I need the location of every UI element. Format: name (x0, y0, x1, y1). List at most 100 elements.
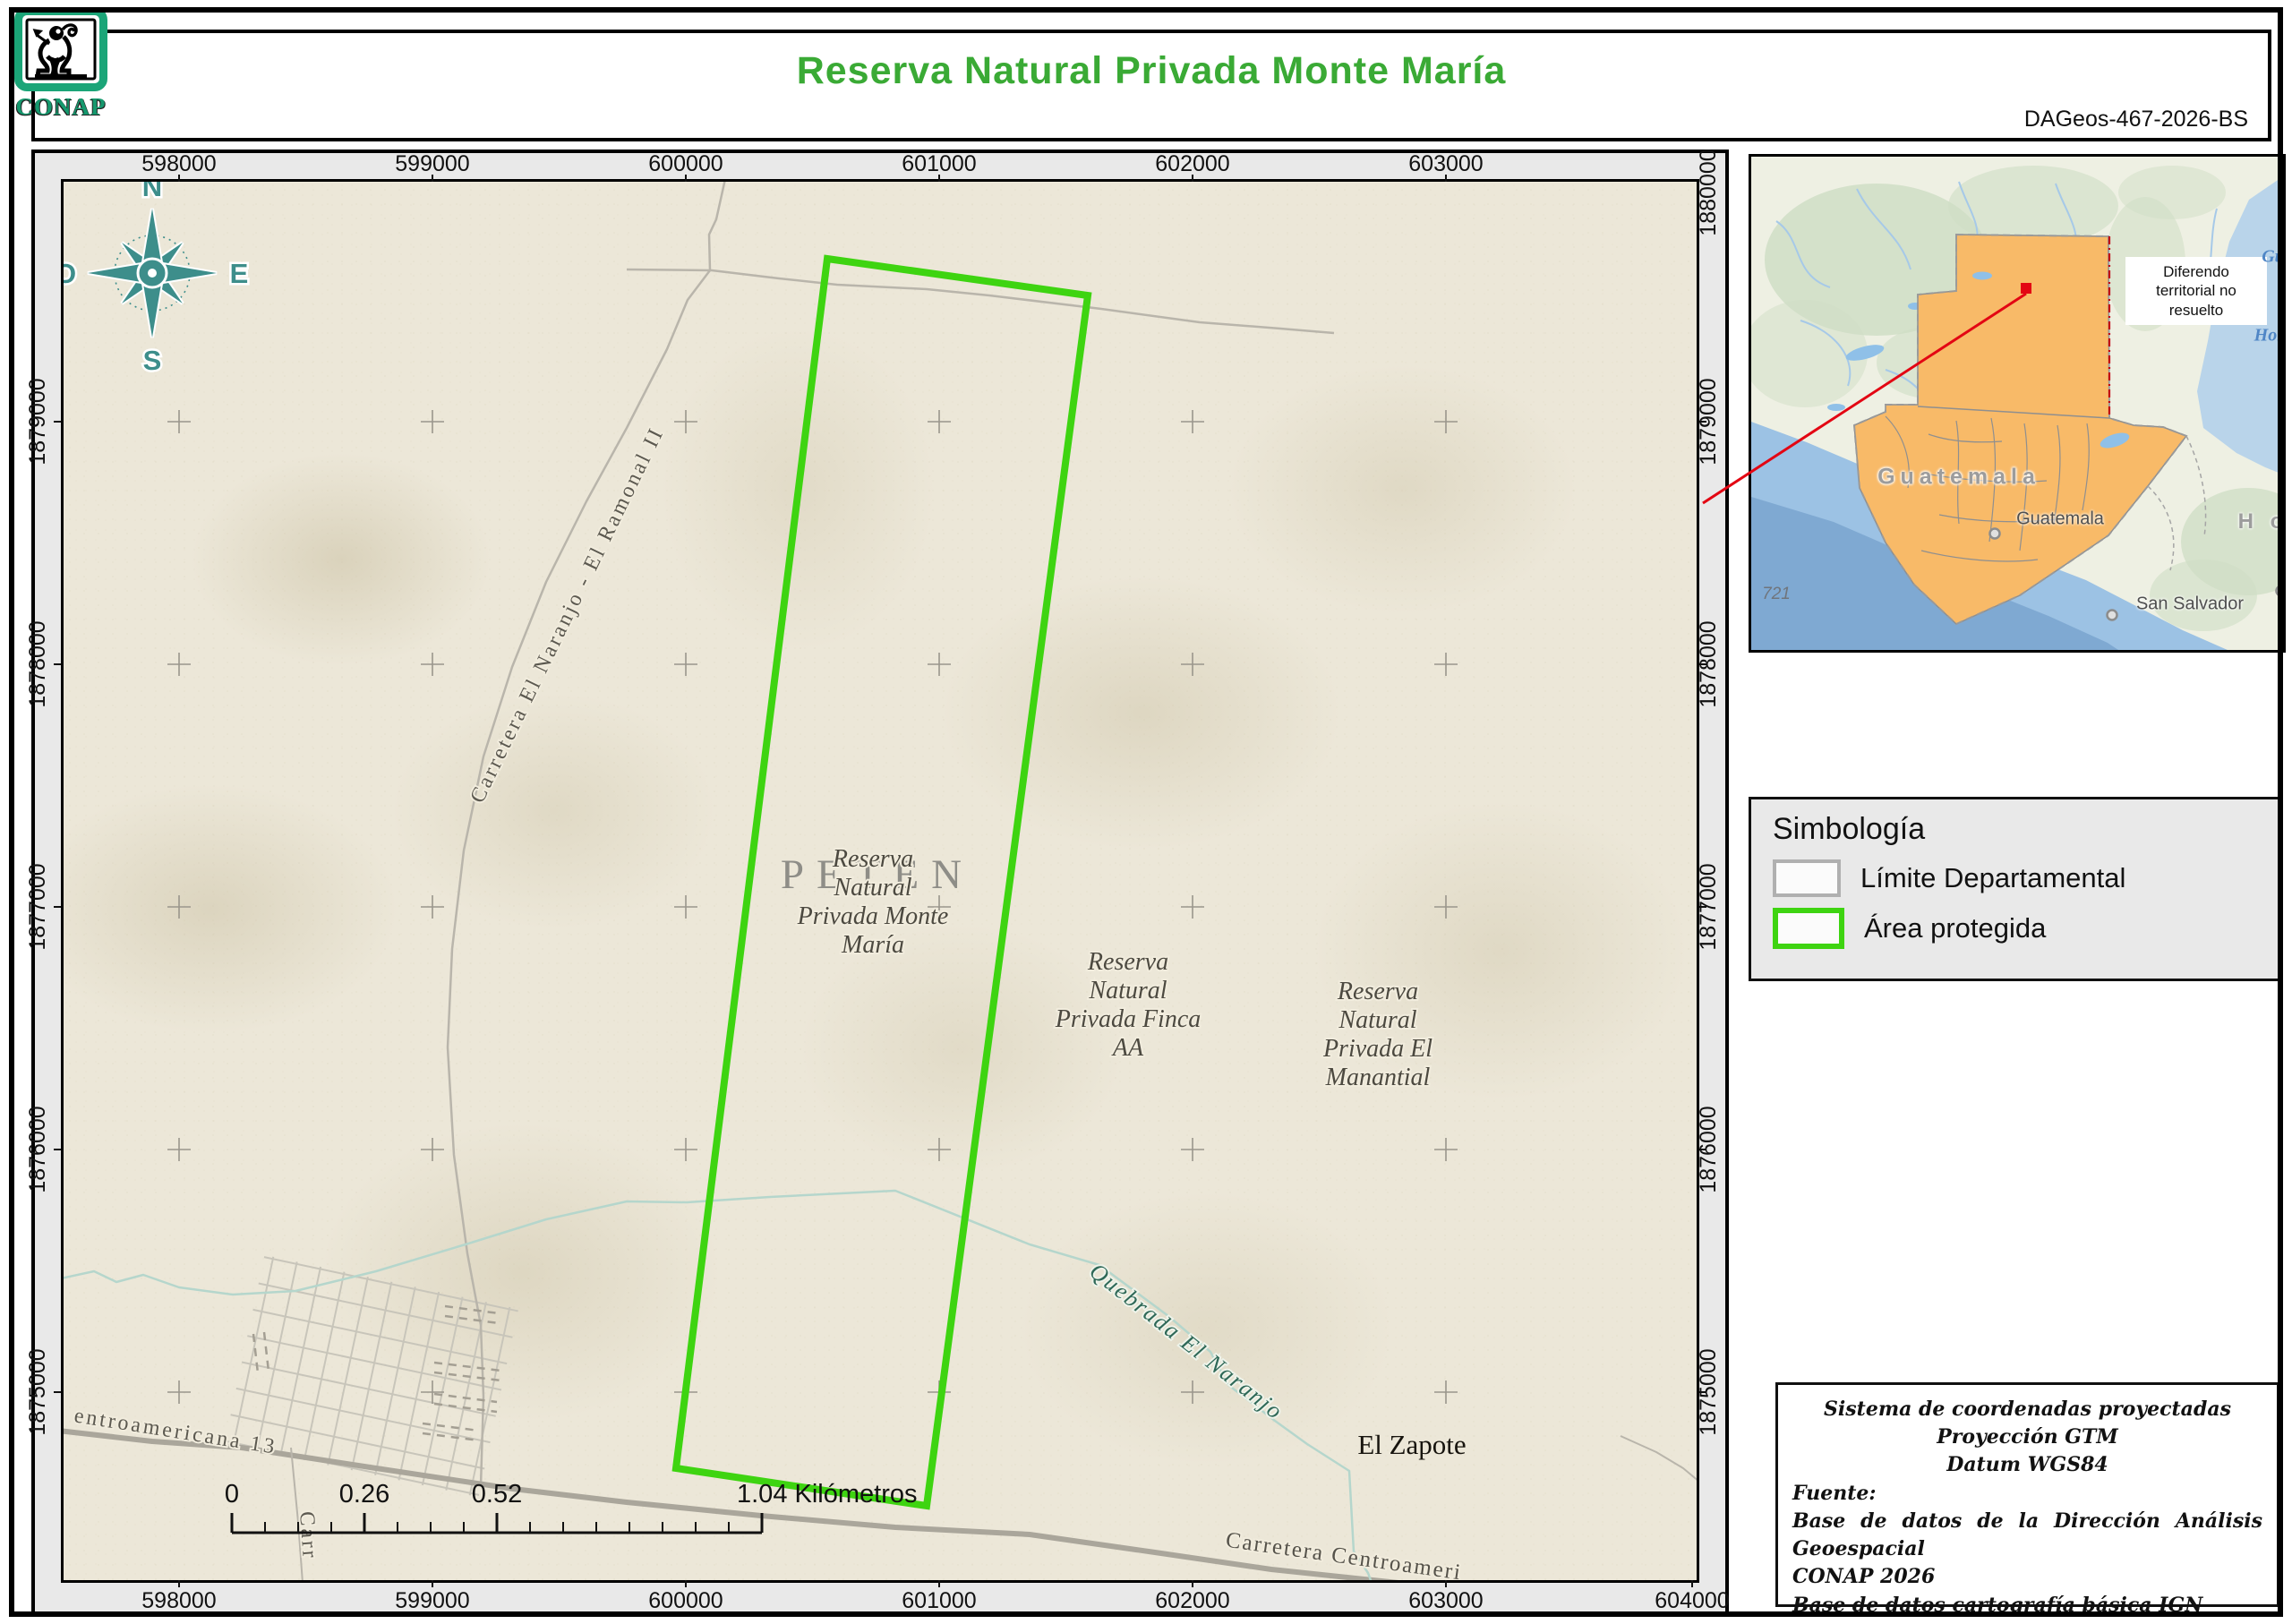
scale-bar-label: 0.26 (339, 1480, 389, 1509)
page-title: Reserva Natural Privada Monte María (796, 49, 1507, 92)
map-sheet: Reserva Natural Privada Monte María DAGe… (0, 0, 2292, 1624)
grid-cross (928, 410, 951, 433)
header: Reserva Natural Privada Monte María DAGe… (31, 30, 2271, 141)
grid-cross (674, 895, 697, 919)
road-carretera-el-naranjo (446, 182, 726, 1487)
main-map: PETEN Reserva Natural Privada Monte María Res… (61, 179, 1699, 1583)
legend-item-protected-area: Área protegida (1773, 908, 2256, 949)
scale-bar-label: 0 (225, 1480, 239, 1509)
info-line-4: Base de datos de la Dirección Análisis G… (1792, 1509, 2262, 1561)
territorial-dispute-note: Diferendo territorial no resuelto (2125, 257, 2267, 325)
track-dash (262, 1331, 270, 1372)
inset-label-country-guatemala: Guatemala (1877, 464, 2040, 490)
scale-bar-label: 0.52 (472, 1480, 522, 1509)
inset-city-dot (2275, 585, 2283, 597)
compass-rose-icon: N E S O (61, 179, 251, 379)
inset-city-dot (1988, 527, 2001, 540)
map-label-reserva-monte-maria: Privada Monte (797, 902, 949, 930)
map-label-reserva-el-manantial: Reserva (1337, 978, 1418, 1005)
grid-cross (1434, 410, 1458, 433)
inset-vegetation (2118, 166, 2226, 219)
info-line-6: Base de datos cartografía básica IGN 201… (1792, 1593, 2203, 1624)
grid-cross (167, 1138, 191, 1161)
inset-lake (1827, 404, 1845, 411)
inset-canvas (1751, 157, 2283, 650)
map-canvas: PETENReservaNaturalPrivada MonteMaríaRes… (61, 179, 1697, 1580)
info-line-5: CONAP 2026 (1792, 1565, 1936, 1589)
info-line-3: Fuente: (1792, 1481, 1877, 1505)
map-label-carretera-naranjo-label: Carretera El Naranjo - El Ramonal II (466, 423, 669, 807)
grid-cross (674, 1138, 697, 1161)
grid-cross (1434, 895, 1458, 919)
grid-cross (1434, 1138, 1458, 1161)
grid-cross (1434, 653, 1458, 676)
compass-letter-s: S (143, 345, 162, 376)
road-road-east (1620, 1435, 1697, 1481)
inset-city-dot (2106, 609, 2118, 621)
departmental-boundary-swatch (1773, 859, 1841, 897)
conap-logo: CONAP (7, 7, 115, 121)
legend-label: Área protegida (1864, 912, 2047, 944)
legend-item-departmental: Límite Departamental (1773, 859, 2256, 897)
grid-cross (1434, 1380, 1458, 1404)
track-dash (444, 1314, 500, 1325)
inset-lake (1972, 271, 1992, 280)
inset-label-water-hond: Hond (2254, 325, 2283, 346)
map-label-reserva-finca-aa: AA (1111, 1034, 1144, 1062)
grid-cross (167, 653, 191, 676)
map-label-reserva-finca-aa: Privada Finca (1055, 1005, 1202, 1033)
grid-cross (167, 895, 191, 919)
map-label-reserva-monte-maria: Natural (833, 874, 911, 902)
legend: Simbología Límite Departamental Área pro… (1749, 797, 2280, 981)
track-dash (444, 1304, 500, 1315)
protected-area-swatch (1773, 908, 1844, 949)
map-label-reserva-monte-maria: María (841, 931, 904, 959)
grid-cross (421, 1138, 444, 1161)
grid-cross (1181, 410, 1204, 433)
map-label-reserva-el-manantial: Privada El (1322, 1035, 1432, 1063)
inset-label-city-san-salvador: San Salvador (2135, 594, 2245, 614)
monkey-icon (14, 7, 107, 91)
grid-cross (928, 653, 951, 676)
map-label-centroamericana-13-label: entroamericana 13 (73, 1404, 278, 1458)
grid-cross (674, 653, 697, 676)
track-dash (433, 1361, 502, 1372)
map-label-reserva-monte-maria: Reserva (832, 845, 913, 873)
legend-title: Simbología (1773, 812, 1926, 846)
grid-cross (928, 1138, 951, 1161)
info-box: Sistema de coordenadas proyectadas Proyec… (1775, 1382, 2279, 1624)
stream-quebrada-el-naranjo (64, 1189, 1373, 1580)
map-label-carr-vertical-label: Carr (295, 1510, 321, 1560)
compass-letter-n: N (142, 179, 162, 202)
legend-label: Límite Departamental (1860, 862, 2126, 893)
grid-cross (421, 410, 444, 433)
compass-letter-e: E (230, 258, 249, 289)
grid-cross (421, 895, 444, 919)
grid-cross (421, 653, 444, 676)
map-label-reserva-el-manantial: Natural (1338, 1006, 1416, 1034)
inset-label-water-gu: Gu (2262, 246, 2285, 267)
document-id: DAGeos-467-2026-BS (2023, 107, 2248, 132)
info-line-1: Proyección GTM (1937, 1425, 2118, 1449)
map-label-el-zapote: El Zapote (1357, 1429, 1466, 1460)
grid-cross (1181, 1380, 1204, 1404)
grid-cross (1181, 653, 1204, 676)
scale-bar-label: 1.04 Kilómetros (737, 1480, 918, 1509)
compass-letter-o: O (61, 258, 76, 289)
grid-cross (674, 410, 697, 433)
info-line-2: Datum WGS84 (1946, 1453, 2108, 1477)
conap-logo-text: CONAP (15, 93, 107, 120)
grid-cross (167, 410, 191, 433)
map-label-reserva-finca-aa: Reserva (1087, 948, 1168, 976)
inset-label-city-guatemala: Guatemala (2016, 509, 2104, 529)
inset-locator-map: Diferendo territorial no resuelto Guatem… (1749, 154, 2286, 653)
map-label-reserva-el-manantial: Manantial (1325, 1064, 1431, 1091)
map-label-reserva-finca-aa: Natural (1088, 977, 1167, 1004)
inset-label-country-honduras: H o (2237, 509, 2286, 534)
grid-cross (167, 1380, 191, 1404)
inset-label-depth-721: 721 (1762, 585, 1791, 603)
info-line-0: Sistema de coordenadas proyectadas (1824, 1397, 2231, 1421)
grid-cross (1181, 895, 1204, 919)
map-label-quebrada-label: Quebrada El Naranjo (1084, 1258, 1288, 1425)
grid-cross (1181, 1138, 1204, 1161)
